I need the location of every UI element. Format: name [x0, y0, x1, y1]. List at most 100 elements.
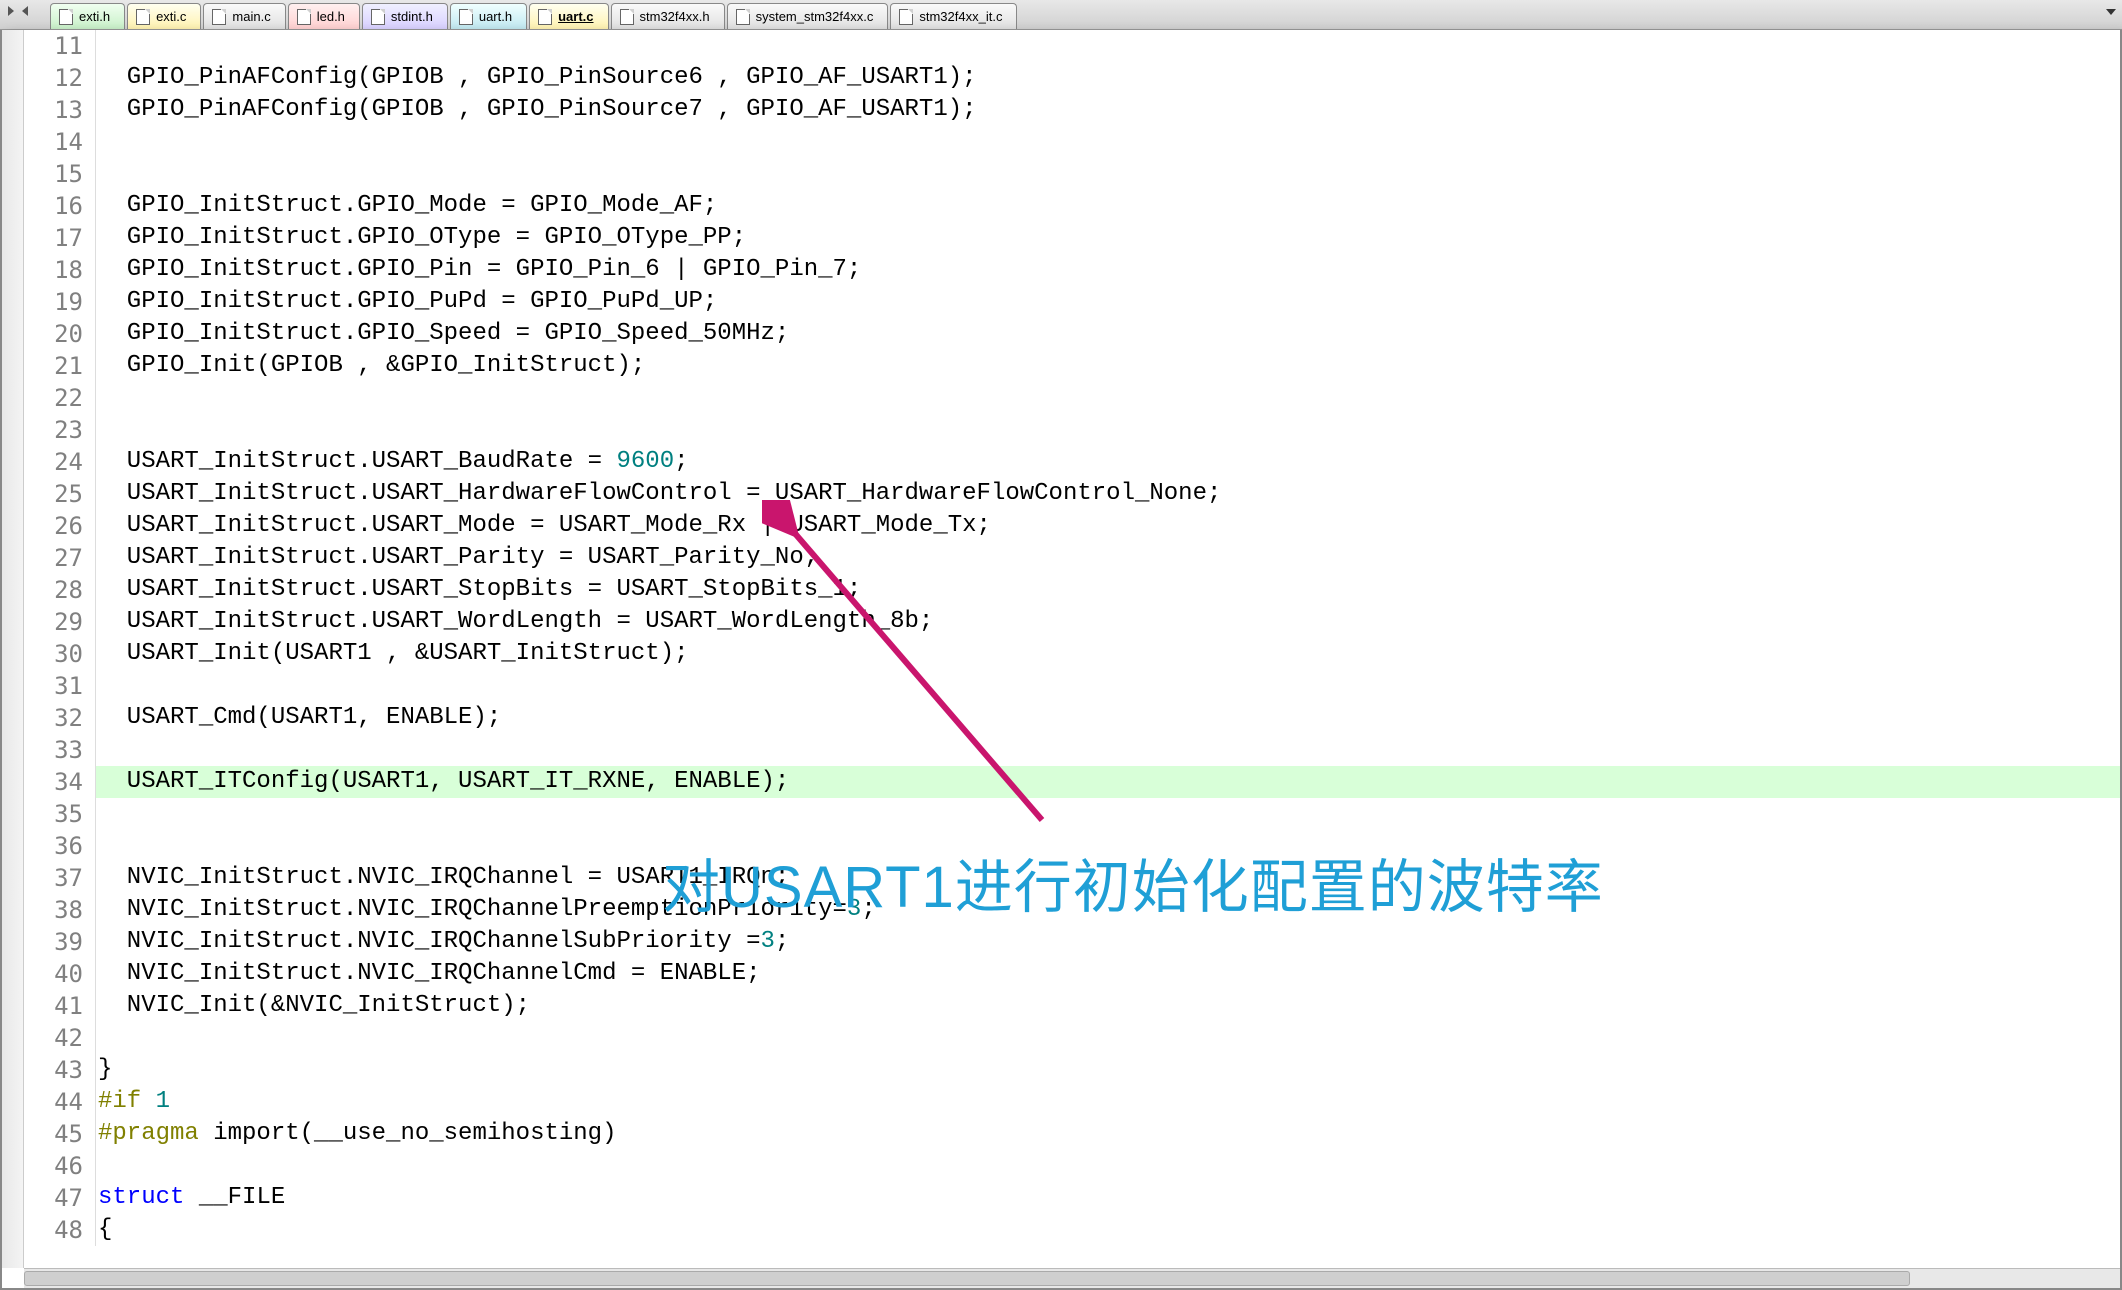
code-line[interactable]: 14 [24, 126, 2120, 158]
code-line[interactable]: 13 GPIO_PinAFConfig(GPIOB , GPIO_PinSour… [24, 94, 2120, 126]
file-icon [620, 9, 634, 25]
file-icon [136, 9, 150, 25]
code-text: USART_Init(USART1 , &USART_InitStruct); [96, 638, 689, 670]
tab-exti-h[interactable]: exti.h [50, 3, 125, 29]
tab-led-h[interactable]: led.h [288, 3, 360, 29]
line-number: 39 [24, 926, 96, 958]
code-text: GPIO_InitStruct.GPIO_Speed = GPIO_Speed_… [96, 318, 789, 350]
line-number: 28 [24, 574, 96, 606]
code-line[interactable]: 31 [24, 670, 2120, 702]
code-line[interactable]: 47struct __FILE [24, 1182, 2120, 1214]
code-line[interactable]: 48{ [24, 1214, 2120, 1246]
code-line[interactable]: 29 USART_InitStruct.USART_WordLength = U… [24, 606, 2120, 638]
code-line[interactable]: 11 [24, 30, 2120, 62]
tab-system_stm32f4xx-c[interactable]: system_stm32f4xx.c [727, 3, 889, 29]
code-line[interactable]: 42 [24, 1022, 2120, 1054]
code-text: } [96, 1054, 112, 1086]
tab-uart-c[interactable]: uart.c [529, 3, 608, 29]
code-line[interactable]: 20 GPIO_InitStruct.GPIO_Speed = GPIO_Spe… [24, 318, 2120, 350]
code-line[interactable]: 30 USART_Init(USART1 , &USART_InitStruct… [24, 638, 2120, 670]
code-line[interactable]: 35 [24, 798, 2120, 830]
tab-uart-h[interactable]: uart.h [450, 3, 527, 29]
code-text: GPIO_PinAFConfig(GPIOB , GPIO_PinSource6… [96, 62, 977, 94]
tab-exti-c[interactable]: exti.c [127, 3, 201, 29]
code-text: USART_InitStruct.USART_HardwareFlowContr… [96, 478, 1221, 510]
horizontal-scrollbar[interactable] [24, 1268, 2120, 1288]
code-line[interactable]: 21 GPIO_Init(GPIOB , &GPIO_InitStruct); [24, 350, 2120, 382]
code-line[interactable]: 36 [24, 830, 2120, 862]
code-line[interactable]: 12 GPIO_PinAFConfig(GPIOB , GPIO_PinSour… [24, 62, 2120, 94]
code-text: USART_InitStruct.USART_Parity = USART_Pa… [96, 542, 818, 574]
code-text [96, 414, 98, 446]
code-line[interactable]: 43} [24, 1054, 2120, 1086]
tab-label: exti.c [156, 9, 186, 24]
file-icon [297, 9, 311, 25]
code-line[interactable]: 39 NVIC_InitStruct.NVIC_IRQChannelSubPri… [24, 926, 2120, 958]
code-line[interactable]: 19 GPIO_InitStruct.GPIO_PuPd = GPIO_PuPd… [24, 286, 2120, 318]
code-text: USART_Cmd(USART1, ENABLE); [96, 702, 501, 734]
folding-margin[interactable] [2, 30, 24, 1268]
line-number: 38 [24, 894, 96, 926]
code-line[interactable]: 41 NVIC_Init(&NVIC_InitStruct); [24, 990, 2120, 1022]
code-line[interactable]: 24 USART_InitStruct.USART_BaudRate = 960… [24, 446, 2120, 478]
tab-main-c[interactable]: main.c [203, 3, 285, 29]
code-text: NVIC_Init(&NVIC_InitStruct); [96, 990, 530, 1022]
line-number: 31 [24, 670, 96, 702]
code-text: GPIO_InitStruct.GPIO_Pin = GPIO_Pin_6 | … [96, 254, 861, 286]
file-icon [736, 9, 750, 25]
line-number: 22 [24, 382, 96, 414]
editor-pane: 1112 GPIO_PinAFConfig(GPIOB , GPIO_PinSo… [0, 30, 2122, 1290]
code-line[interactable]: 46 [24, 1150, 2120, 1182]
code-line[interactable]: 27 USART_InitStruct.USART_Parity = USART… [24, 542, 2120, 574]
tab-overflow-dropdown[interactable] [2106, 9, 2116, 15]
code-editor[interactable]: 1112 GPIO_PinAFConfig(GPIOB , GPIO_PinSo… [24, 30, 2120, 1268]
line-number: 12 [24, 62, 96, 94]
tab-label: exti.h [79, 9, 110, 24]
scrollbar-thumb[interactable] [24, 1271, 1910, 1286]
code-line[interactable]: 37 NVIC_InitStruct.NVIC_IRQChannel = USA… [24, 862, 2120, 894]
line-number: 26 [24, 510, 96, 542]
tab-stdint-h[interactable]: stdint.h [362, 3, 448, 29]
line-number: 34 [24, 766, 96, 798]
tab-stm32f4xx-h[interactable]: stm32f4xx.h [611, 3, 725, 29]
code-line[interactable]: 16 GPIO_InitStruct.GPIO_Mode = GPIO_Mode… [24, 190, 2120, 222]
code-text: GPIO_Init(GPIOB , &GPIO_InitStruct); [96, 350, 645, 382]
tab-stm32f4xx_it-c[interactable]: stm32f4xx_it.c [890, 3, 1017, 29]
tab-label: uart.c [558, 9, 593, 24]
tab-label: stm32f4xx.h [640, 9, 710, 24]
line-number: 16 [24, 190, 96, 222]
file-icon [371, 9, 385, 25]
line-number: 33 [24, 734, 96, 766]
code-line[interactable]: 25 USART_InitStruct.USART_HardwareFlowCo… [24, 478, 2120, 510]
line-number: 46 [24, 1150, 96, 1182]
tab-label: led.h [317, 9, 345, 24]
line-number: 20 [24, 318, 96, 350]
code-line[interactable]: 28 USART_InitStruct.USART_StopBits = USA… [24, 574, 2120, 606]
tab-label: stm32f4xx_it.c [919, 9, 1002, 24]
code-line[interactable]: 23 [24, 414, 2120, 446]
code-text: NVIC_InitStruct.NVIC_IRQChannel = USART1… [96, 862, 789, 894]
code-line[interactable]: 26 USART_InitStruct.USART_Mode = USART_M… [24, 510, 2120, 542]
code-line[interactable]: 40 NVIC_InitStruct.NVIC_IRQChannelCmd = … [24, 958, 2120, 990]
code-line[interactable]: 34 USART_ITConfig(USART1, USART_IT_RXNE,… [24, 766, 2120, 798]
line-number: 24 [24, 446, 96, 478]
code-line[interactable]: 44#if 1 [24, 1086, 2120, 1118]
line-number: 45 [24, 1118, 96, 1150]
code-line[interactable]: 33 [24, 734, 2120, 766]
code-line[interactable]: 15 [24, 158, 2120, 190]
line-number: 43 [24, 1054, 96, 1086]
line-number: 41 [24, 990, 96, 1022]
code-line[interactable]: 45#pragma import(__use_no_semihosting) [24, 1118, 2120, 1150]
code-text: USART_InitStruct.USART_Mode = USART_Mode… [96, 510, 991, 542]
code-line[interactable]: 18 GPIO_InitStruct.GPIO_Pin = GPIO_Pin_6… [24, 254, 2120, 286]
file-icon [212, 9, 226, 25]
code-line[interactable]: 22 [24, 382, 2120, 414]
line-number: 30 [24, 638, 96, 670]
line-number: 37 [24, 862, 96, 894]
code-line[interactable]: 17 GPIO_InitStruct.GPIO_OType = GPIO_OTy… [24, 222, 2120, 254]
code-text: #if 1 [96, 1086, 170, 1118]
code-text [96, 798, 98, 830]
code-line[interactable]: 38 NVIC_InitStruct.NVIC_IRQChannelPreemp… [24, 894, 2120, 926]
code-text [96, 126, 98, 158]
code-line[interactable]: 32 USART_Cmd(USART1, ENABLE); [24, 702, 2120, 734]
